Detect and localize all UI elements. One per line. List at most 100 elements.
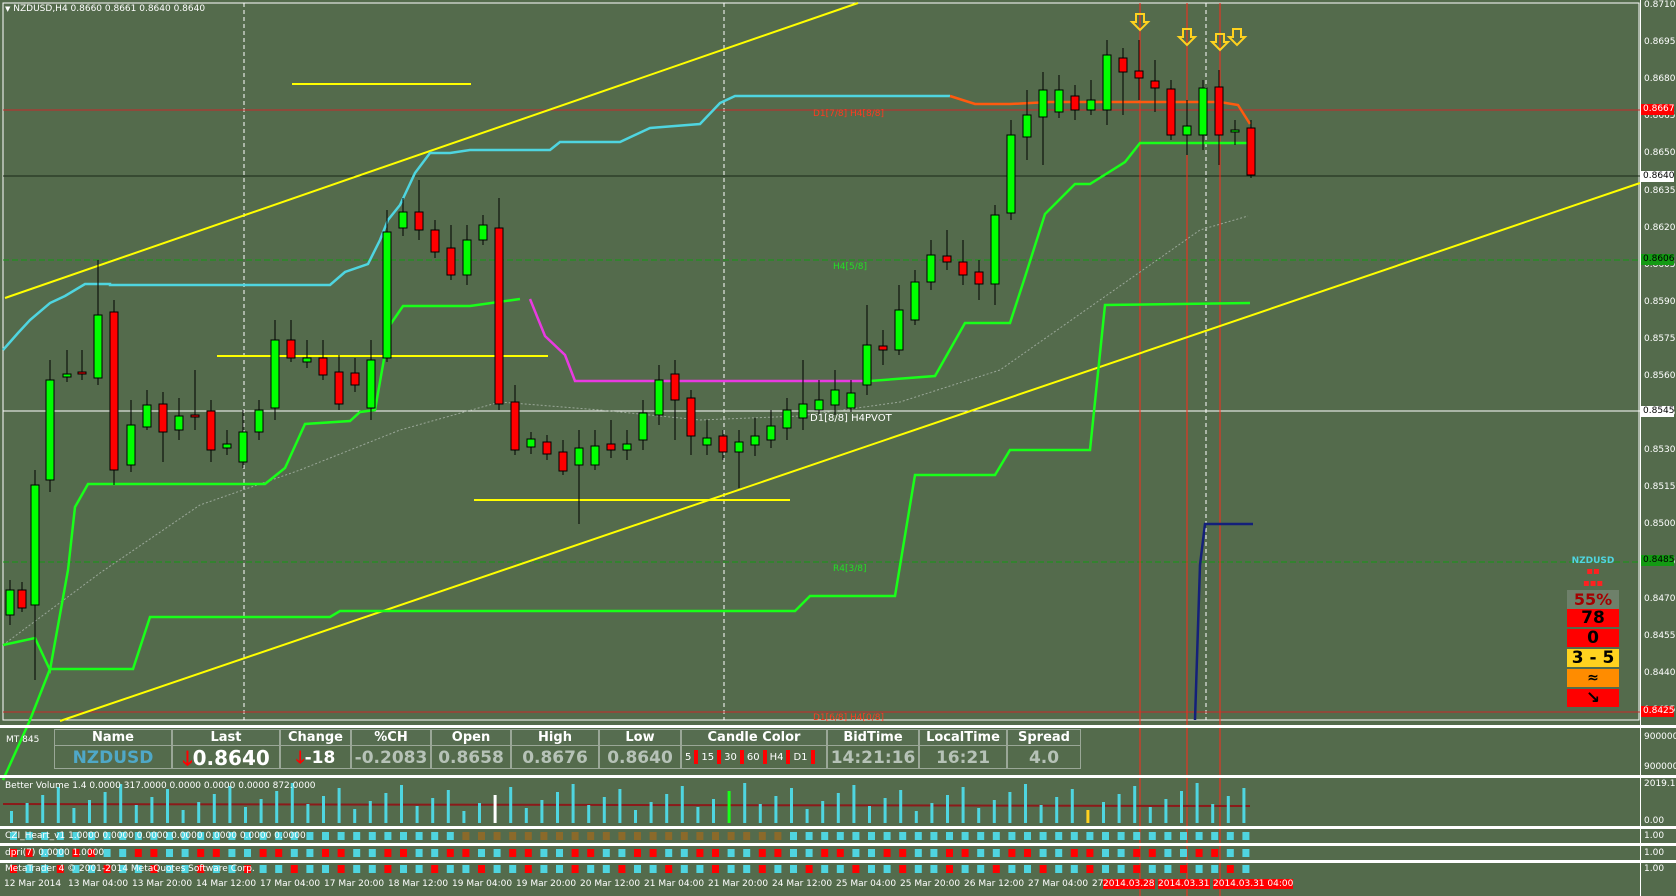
value-localtime: 16:21 <box>935 748 991 768</box>
heart-indicator-cell <box>1055 832 1063 840</box>
chart-symbol-header: ▼ NZDUSD,H4 0.8660 0.8661 0.8640 0.8640 <box>5 4 205 14</box>
chart-window[interactable]: ▼ NZDUSD,H4 0.8660 0.8661 0.8640 0.8640 … <box>0 0 1676 896</box>
volume-bar <box>259 799 263 823</box>
volume-bar <box>1024 784 1027 823</box>
dpri-indicator-cell <box>212 849 220 857</box>
time-marker-label: 2014.03.31 04:00 <box>1213 879 1294 889</box>
meta-indicator-cell <box>1055 865 1063 873</box>
dpri-indicator-cell <box>244 849 251 857</box>
volume-bar <box>181 810 185 823</box>
mt-label: MT 845 <box>6 735 40 745</box>
panel-separator[interactable] <box>0 775 1676 778</box>
header-localtime: LocalTime <box>920 730 1006 746</box>
bullish-candle <box>574 447 584 466</box>
meta-indicator-cell <box>1242 865 1250 873</box>
volume-bar <box>1133 786 1137 823</box>
dropdown-triangle-icon[interactable]: ▼ <box>5 5 10 13</box>
bearish-candle <box>190 414 200 418</box>
volume-bar <box>478 803 481 823</box>
meta-indicator-cell <box>727 865 735 873</box>
r4-level-tag: 0.8485 <box>1641 555 1675 566</box>
dpri-indicator-cell <box>524 849 532 857</box>
volume-bar <box>25 803 29 823</box>
volume-bar <box>1226 796 1230 823</box>
dpri-indicator-cell <box>290 849 298 857</box>
heart-indicator-cell <box>1039 832 1047 840</box>
bullish-candle <box>814 399 824 411</box>
volume-bar <box>680 786 684 823</box>
header-name: Name <box>55 730 171 746</box>
volume-bar <box>602 797 606 823</box>
pivot-level-tag: 0.8545 <box>1641 406 1675 417</box>
volume-bar <box>649 802 653 823</box>
header-last: Last <box>173 730 279 746</box>
bearish-candle <box>670 373 680 401</box>
meta-indicator-cell <box>540 865 548 873</box>
dpri-indicator-cell <box>571 849 579 857</box>
price-tick-label: 0.8440 <box>1644 667 1676 678</box>
dpri-indicator-cell <box>977 849 985 857</box>
col-last: Last 🡓0.8640 <box>172 729 280 770</box>
meta-indicator-cell <box>1008 865 1016 873</box>
bullish-candle <box>782 409 792 429</box>
volume-bar <box>883 798 887 823</box>
volume-bar <box>244 807 247 823</box>
meta-indicator-cell <box>758 865 766 873</box>
bearish-candle <box>158 403 168 433</box>
magenta-trailing-stop <box>528 298 870 383</box>
volume-bar <box>556 792 559 823</box>
dpri-indicator-cell <box>914 849 922 857</box>
dpri-indicator-cell <box>1180 849 1187 857</box>
time-tick-label: 26 Mar 12:00 <box>964 879 1025 889</box>
bullish-candle <box>366 359 376 409</box>
panel-separator[interactable] <box>0 725 1676 728</box>
volume-bar <box>306 804 310 823</box>
volume-panel-title: Better Volume 1.4 0.0000 317.0000 0.0000… <box>5 781 316 791</box>
panel-separator[interactable] <box>0 860 1676 863</box>
volume-axis-bottom: 0.00 <box>1644 816 1665 826</box>
heart-indicator-cell <box>400 832 407 840</box>
dpri-indicator-cell <box>306 849 314 857</box>
dpri-indicator-cell <box>1117 849 1125 857</box>
panel-separator[interactable] <box>0 826 1676 829</box>
price-tick-label: 0.8695 <box>1644 37 1676 48</box>
level-label-d1-h4: D1[7/8] H4[8/8] <box>813 109 885 119</box>
strength-value-b: 0 <box>1567 629 1619 647</box>
price-tick-label: 0.8620 <box>1644 222 1676 233</box>
dpri-indicator-cell <box>1102 849 1109 857</box>
bearish-candle <box>414 211 424 231</box>
symbol-quote: NZDUSD,H4 0.8660 0.8661 0.8640 0.8640 <box>13 4 206 14</box>
volume-bar <box>743 783 747 823</box>
panel-separator[interactable] <box>0 843 1676 846</box>
volume-bar <box>446 790 450 823</box>
volume-bar <box>431 798 435 823</box>
dpri-indicator-cell <box>618 849 626 857</box>
bullish-candle <box>702 437 712 446</box>
col-low: Low 0.8640 <box>599 729 681 769</box>
volume-bar <box>961 787 965 823</box>
currency-strength-widget: NZDUSD ▪▪ ▪▪▪ 55% 78 0 3 - 5 ≈ ↘ <box>1567 556 1619 709</box>
heart-indicator-cell <box>493 832 501 840</box>
bearish-candle <box>1246 127 1256 176</box>
heart-indicator-cell <box>1164 832 1172 840</box>
heart-indicator-cell <box>587 832 595 840</box>
volume-bar <box>1117 794 1121 823</box>
bearish-candle <box>350 372 360 386</box>
meta-indicator-cell <box>914 865 922 873</box>
heart-indicator-cell <box>649 832 657 840</box>
time-tick-label: 27 Mar 04:00 <box>1028 879 1089 889</box>
col-name: Name NZDUSD <box>54 729 172 769</box>
price-tick-label: 0.8590 <box>1644 296 1676 307</box>
volume-bar <box>228 786 232 823</box>
dpri-indicator-cell <box>368 849 376 857</box>
level-label-h4: H4[5/8] <box>833 262 868 272</box>
meta-indicator-cell <box>883 865 891 873</box>
dpri-indicator-cell <box>337 849 345 857</box>
dpri-indicator-cell <box>946 849 953 857</box>
bullish-candle <box>990 214 1000 285</box>
meta-indicator-cell <box>1226 865 1234 873</box>
bullish-candle <box>382 231 392 359</box>
meta-indicator-cell <box>649 865 657 873</box>
dpri-indicator-cell <box>665 849 673 857</box>
header-bidtime: BidTime <box>828 730 918 746</box>
